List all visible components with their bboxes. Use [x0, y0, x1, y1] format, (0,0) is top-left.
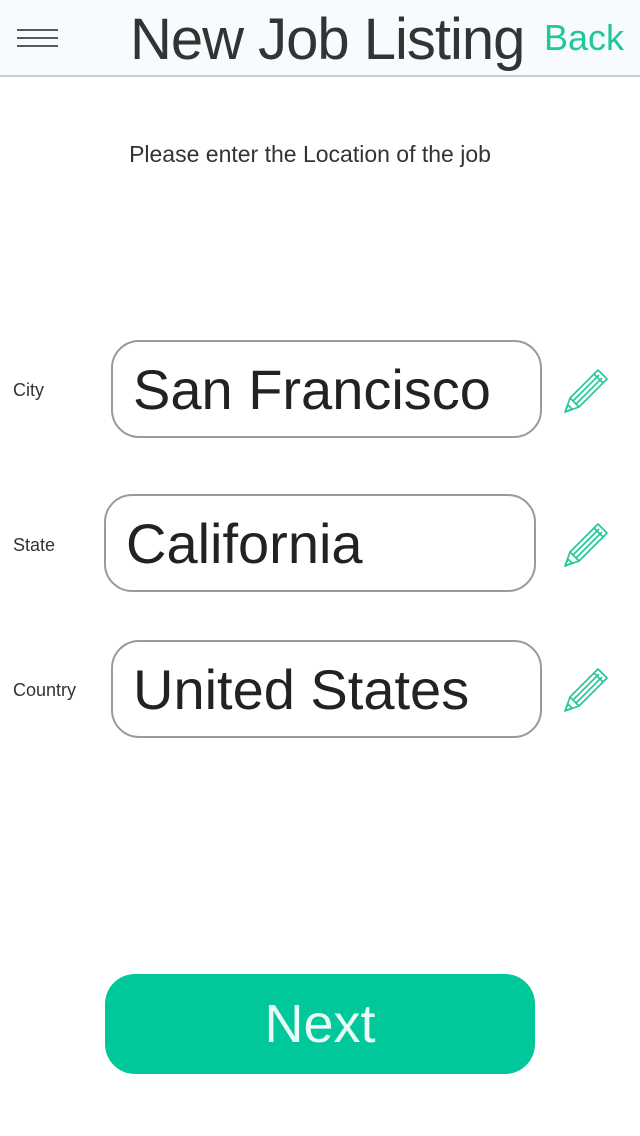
state-label: State — [13, 535, 56, 555]
city-label: City — [13, 380, 44, 400]
country-field-box — [111, 640, 542, 738]
pencil-icon[interactable] — [562, 664, 612, 714]
country-input[interactable] — [133, 642, 520, 736]
state-field-box — [104, 494, 536, 592]
state-input[interactable] — [126, 496, 514, 590]
hamburger-menu-icon[interactable] — [17, 29, 58, 49]
pencil-icon[interactable] — [562, 519, 612, 569]
back-button[interactable]: Back — [544, 17, 624, 59]
city-field-box — [111, 340, 542, 438]
navigation-bar: New Job Listing Back — [0, 0, 640, 77]
country-label: Country — [13, 680, 77, 700]
pencil-icon[interactable] — [562, 365, 612, 415]
city-input[interactable] — [133, 342, 520, 436]
page-title: New Job Listing — [130, 7, 525, 72]
instruction-text: Please enter the Location of the job — [129, 141, 491, 167]
next-button[interactable]: Next — [105, 974, 535, 1074]
